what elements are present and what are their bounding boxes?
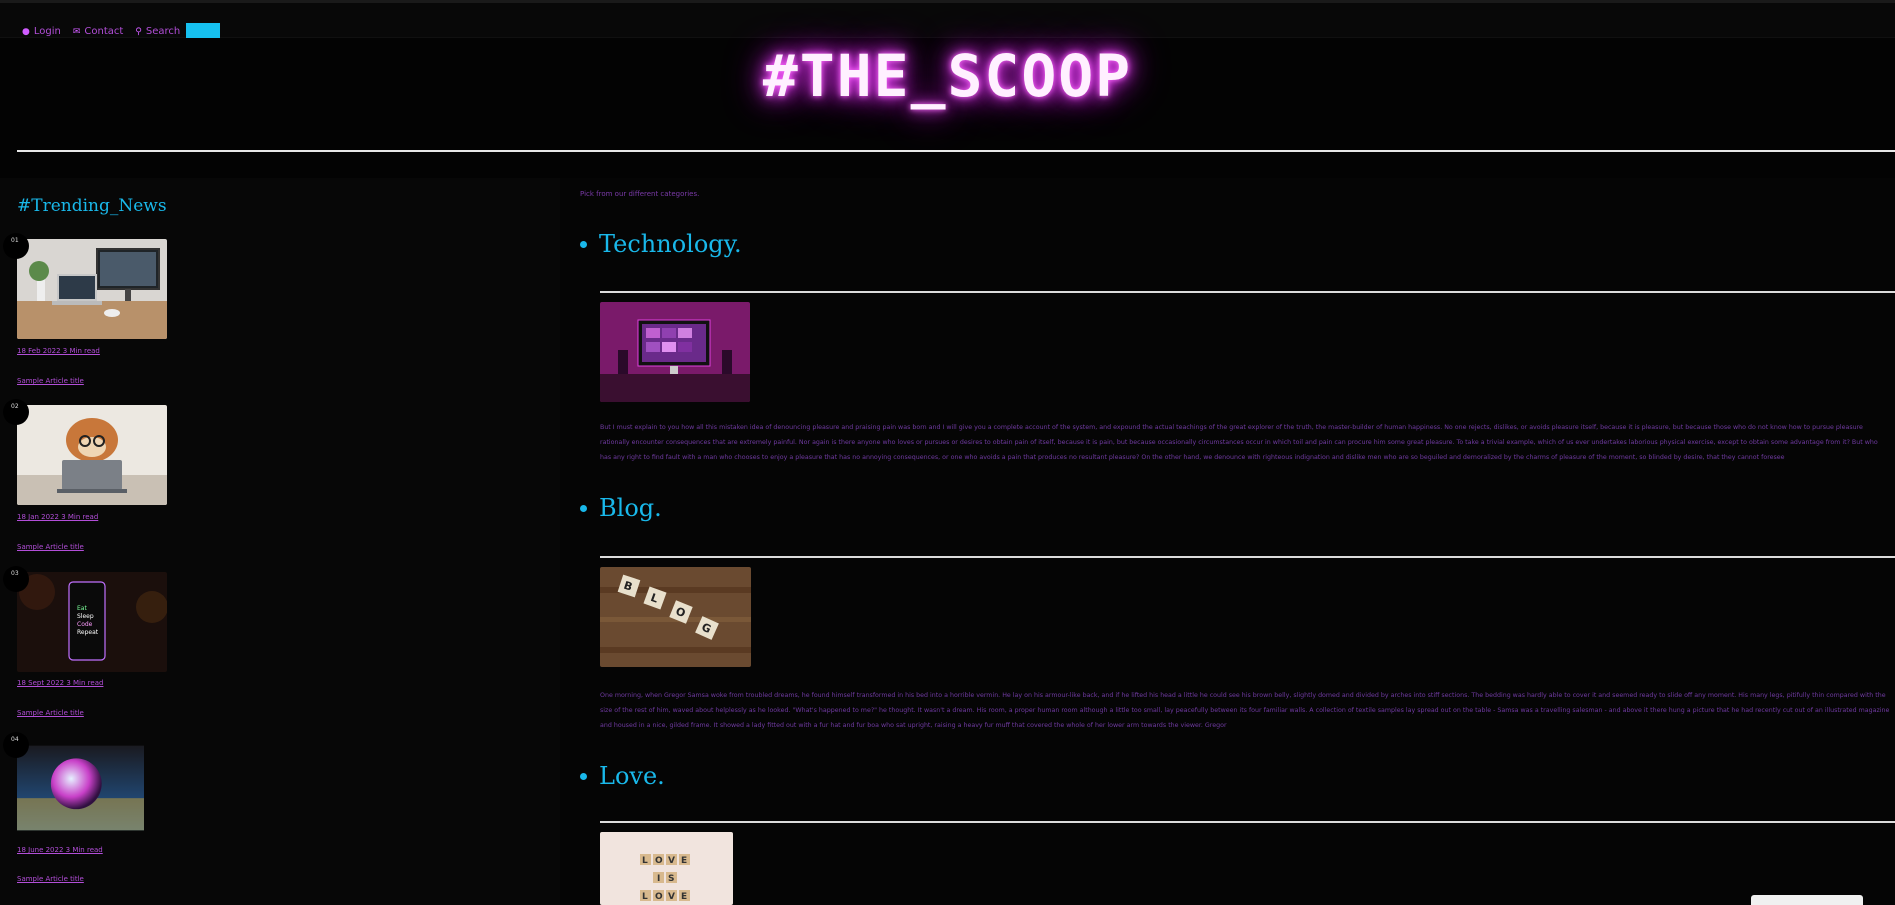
svg-text:O: O bbox=[655, 892, 663, 902]
svg-text:E: E bbox=[681, 856, 687, 866]
trending-article-link[interactable]: Sample Article title bbox=[17, 543, 84, 551]
trending-image-sphere[interactable] bbox=[17, 738, 144, 838]
bullet-icon bbox=[580, 772, 587, 780]
nav-search-label: Search bbox=[145, 26, 181, 37]
trending-meta[interactable]: 18 Jan 2022 3 Min read bbox=[17, 513, 98, 521]
svg-text:O: O bbox=[655, 856, 663, 866]
corner-widget[interactable] bbox=[1751, 895, 1863, 905]
svg-text:Code: Code bbox=[77, 621, 93, 628]
trending-card[interactable]: 04 18 June 2022 3 Min read Sample Articl… bbox=[3, 732, 144, 883]
envelope-icon: ✉ bbox=[72, 26, 81, 37]
trending-number: 04 bbox=[3, 732, 29, 758]
svg-text:S: S bbox=[668, 874, 674, 884]
category-description: But I must explain to you how all this m… bbox=[600, 424, 1878, 461]
user-icon: ● bbox=[22, 26, 30, 37]
svg-text:Repeat: Repeat bbox=[77, 629, 99, 636]
trending-meta[interactable]: 18 Sept 2022 3 Min read bbox=[17, 679, 103, 687]
nav-search[interactable]: ⚲ Search bbox=[135, 26, 180, 37]
trending-card[interactable]: Eat Sleep Code Repeat 03 18 Sept 2022 3 … bbox=[3, 566, 167, 717]
nav-contact-label: Contact bbox=[84, 26, 124, 37]
category-image-technology[interactable] bbox=[600, 302, 750, 402]
site-title: #THE_SCOOP bbox=[762, 42, 1133, 110]
bullet-icon bbox=[580, 504, 587, 512]
trending-image-dog[interactable] bbox=[17, 405, 167, 505]
category-blog: Blog. bbox=[580, 494, 662, 522]
category-love: Love. bbox=[580, 762, 665, 790]
category-heading[interactable]: Blog. bbox=[580, 494, 662, 522]
nav-login[interactable]: ● Login bbox=[22, 26, 61, 37]
trending-number: 01 bbox=[3, 233, 29, 259]
trending-number: 03 bbox=[3, 566, 29, 592]
top-bar: ● Login ✉ Contact ⚲ Search bbox=[0, 0, 1895, 40]
nav-login-label: Login bbox=[33, 26, 61, 37]
svg-text:V: V bbox=[668, 892, 675, 902]
trending-article-link[interactable]: Sample Article title bbox=[17, 377, 84, 385]
category-divider bbox=[600, 291, 1895, 293]
category-title: Love. bbox=[599, 762, 665, 790]
trending-card[interactable]: 01 18 Feb 2022 3 Min read Sample Article… bbox=[3, 233, 167, 385]
bullet-icon bbox=[580, 240, 587, 248]
svg-text:Sleep: Sleep bbox=[77, 613, 94, 620]
svg-text:L: L bbox=[642, 892, 648, 902]
category-technology: Technology. bbox=[580, 230, 742, 258]
category-heading[interactable]: Love. bbox=[580, 762, 665, 790]
category-heading[interactable]: Technology. bbox=[580, 230, 742, 258]
trending-card[interactable]: 02 18 Jan 2022 3 Min read Sample Article… bbox=[3, 399, 167, 551]
header-divider bbox=[17, 150, 1895, 152]
category-image-blog[interactable]: B L O G bbox=[600, 567, 751, 667]
trending-meta[interactable]: 18 June 2022 3 Min read bbox=[17, 846, 103, 854]
category-image-love[interactable]: L O V E I S L O V E bbox=[600, 832, 733, 905]
category-title: Technology. bbox=[599, 230, 742, 258]
trending-number: 02 bbox=[3, 399, 29, 425]
category-description: One morning, when Gregor Samsa woke from… bbox=[600, 692, 1890, 729]
category-divider bbox=[600, 821, 1895, 823]
intro-text: Pick from our different categories. bbox=[580, 190, 700, 198]
category-divider bbox=[600, 556, 1895, 558]
svg-text:Eat: Eat bbox=[77, 605, 87, 612]
trending-article-link[interactable]: Sample Article title bbox=[17, 709, 84, 717]
svg-text:L: L bbox=[642, 856, 648, 866]
svg-text:E: E bbox=[681, 892, 687, 902]
category-title: Blog. bbox=[599, 494, 662, 522]
svg-text:V: V bbox=[668, 856, 675, 866]
trending-meta[interactable]: 18 Feb 2022 3 Min read bbox=[17, 347, 100, 355]
nav-contact[interactable]: ✉ Contact bbox=[73, 26, 123, 37]
sidebar-title: #Trending_News bbox=[17, 196, 167, 216]
trending-image-desk[interactable] bbox=[17, 239, 167, 339]
trending-article-link[interactable]: Sample Article title bbox=[17, 875, 84, 883]
svg-text:I: I bbox=[657, 874, 660, 884]
search-icon: ⚲ bbox=[135, 26, 142, 37]
trending-image-phone[interactable]: Eat Sleep Code Repeat bbox=[17, 572, 167, 672]
